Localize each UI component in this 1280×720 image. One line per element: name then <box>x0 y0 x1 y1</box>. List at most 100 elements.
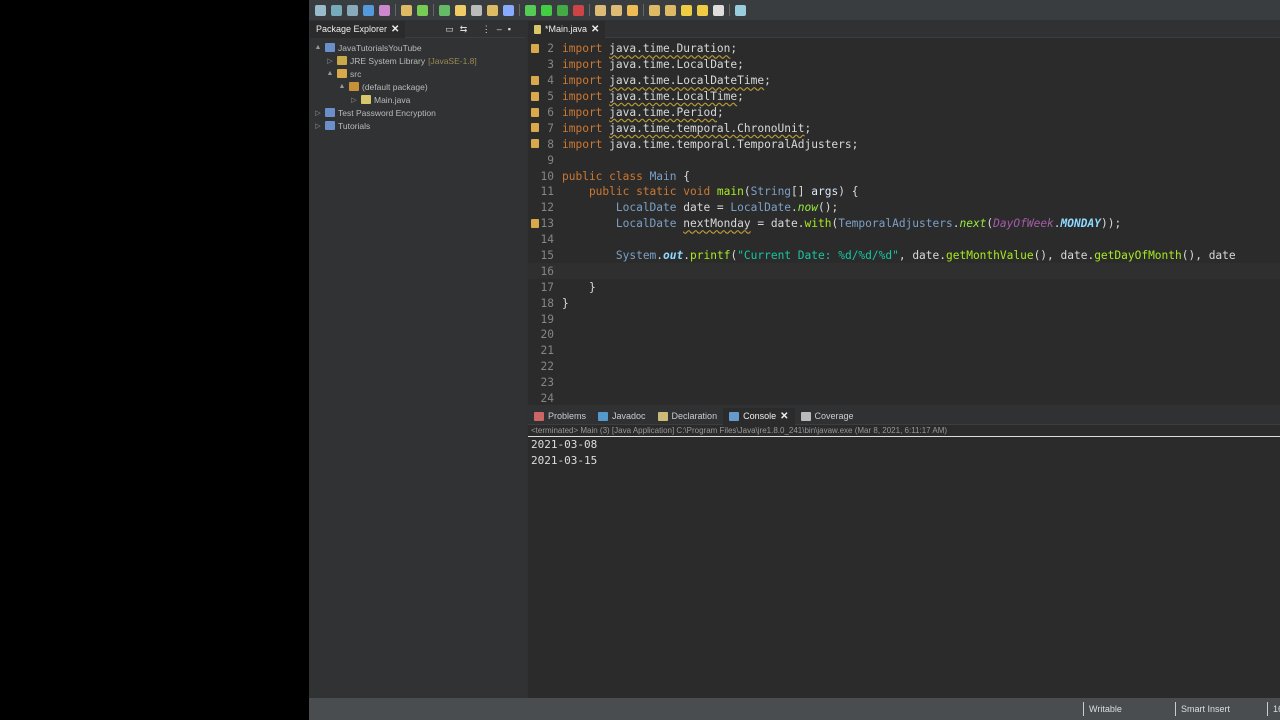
toolbar-button-icon[interactable] <box>417 4 428 16</box>
toolbar-button-icon[interactable] <box>315 4 326 16</box>
code-line[interactable]: 2 import java.time.Duration; <box>528 41 1280 57</box>
expand-toggle-icon[interactable]: ▷ <box>350 96 358 104</box>
tab-label: Coverage <box>814 411 854 421</box>
code-line[interactable]: 22 <box>528 359 1280 375</box>
main-toolbar <box>309 0 1280 20</box>
code-line[interactable]: 20 <box>528 327 1280 343</box>
code-line[interactable]: 5 import java.time.LocalTime; <box>528 89 1280 105</box>
toolbar-button-icon[interactable] <box>455 4 466 16</box>
tab-console[interactable]: Console ✕ <box>723 407 795 425</box>
toolbar-button-icon[interactable] <box>611 4 622 16</box>
toolbar-button-icon[interactable] <box>439 4 450 16</box>
tree-node-icon <box>349 82 359 91</box>
tree-item-label: (default package) <box>362 81 428 92</box>
status-writable: Writable <box>1083 702 1122 716</box>
view-menu-icons[interactable]: ▭⇆ ⋮‒▪ <box>445 24 525 35</box>
toolbar-button-icon[interactable] <box>713 4 724 16</box>
close-icon[interactable]: ✕ <box>780 411 788 422</box>
code-line[interactable]: 7 import java.time.temporal.ChronoUnit; <box>528 120 1280 136</box>
toolbar-button-icon[interactable] <box>541 4 552 16</box>
toolbar-button-icon[interactable] <box>665 4 676 16</box>
expand-toggle-icon[interactable]: ▷ <box>314 122 322 130</box>
code-token: import <box>562 121 610 135</box>
code-editor[interactable]: *Main.java ✕ 2 import java.time.Duration;… <box>528 20 1280 406</box>
toolbar-button-icon[interactable] <box>627 4 638 16</box>
code-line[interactable]: 15 System. out. printf("Current Date: %d/%… <box>528 248 1280 264</box>
code-line[interactable]: 17 } <box>528 279 1280 295</box>
toolbar-button-icon[interactable] <box>681 4 692 16</box>
warning-marker-icon[interactable] <box>531 75 539 85</box>
project-tree: ▲ JavaTutorialsYouTube ▷ JRE System Library… <box>310 38 525 132</box>
tab-package-explorer[interactable]: Package Explorer ✕ <box>310 20 406 38</box>
code-token: DayOfWeek <box>993 217 1054 231</box>
line-number: 15 <box>540 249 554 263</box>
code-line[interactable]: 9 <box>528 152 1280 168</box>
code-line[interactable]: 11 public static void main(String[] args… <box>528 184 1280 200</box>
toolbar-button-icon[interactable] <box>649 4 660 16</box>
code-line[interactable]: 18} <box>528 295 1280 311</box>
toolbar-button-icon[interactable] <box>363 4 374 16</box>
toolbar-separator <box>433 4 434 16</box>
warning-marker-icon[interactable] <box>531 91 539 101</box>
tab-label: Console <box>743 411 777 421</box>
code-line[interactable]: 3 import java.time.LocalDate; <box>528 57 1280 73</box>
tab-main-java[interactable]: *Main.java ✕ <box>528 20 606 38</box>
tab-javadoc[interactable]: Javadoc <box>592 408 652 425</box>
expand-toggle-icon[interactable]: ▲ <box>314 44 322 51</box>
toolbar-button-icon[interactable] <box>557 4 568 16</box>
expand-toggle-icon[interactable]: ▷ <box>326 57 334 65</box>
tab-problems[interactable]: Problems <box>528 408 592 425</box>
toolbar-button-icon[interactable] <box>487 4 498 16</box>
toolbar-button-icon[interactable] <box>573 4 584 16</box>
expand-toggle-icon[interactable]: ▷ <box>314 109 322 117</box>
code-line[interactable]: 19 <box>528 311 1280 327</box>
tree-item[interactable]: ▲ (default package) <box>310 80 525 93</box>
tree-item[interactable]: ▷ JRE System Library [JavaSE-1.8] <box>310 54 525 67</box>
toolbar-button-icon[interactable] <box>735 4 746 16</box>
code-line[interactable]: 23 <box>528 375 1280 391</box>
expand-toggle-icon[interactable]: ▲ <box>326 70 334 77</box>
code-line[interactable]: 10 public class Main { <box>528 168 1280 184</box>
warning-marker-icon[interactable] <box>531 107 539 117</box>
package-explorer-label: Package Explorer <box>316 24 388 34</box>
tree-item[interactable]: ▷ Tutorials <box>310 119 525 132</box>
code-line[interactable]: 24 <box>528 391 1280 407</box>
toolbar-button-icon[interactable] <box>331 4 342 16</box>
code-token: args <box>811 185 839 199</box>
code-line[interactable]: 12 LocalDate date = LocalDate. now (); <box>528 200 1280 216</box>
tree-item[interactable]: ▲ src <box>310 67 525 80</box>
tree-item[interactable]: ▷ Test Password Encryption <box>310 106 525 119</box>
warning-marker-icon[interactable] <box>531 44 539 53</box>
warning-marker-icon[interactable] <box>531 123 539 133</box>
code-area[interactable]: 2 import java.time.Duration; 3 import java.… <box>528 41 1280 406</box>
close-icon[interactable]: ✕ <box>391 24 399 35</box>
tab-coverage[interactable]: Coverage <box>795 408 860 425</box>
warning-marker-icon[interactable] <box>531 218 539 228</box>
toolbar-button-icon[interactable] <box>503 4 514 16</box>
warning-marker-icon[interactable] <box>531 139 539 149</box>
toolbar-button-icon[interactable] <box>471 4 482 16</box>
code-line[interactable]: 8 import java.time.temporal.TemporalAdjus… <box>528 136 1280 152</box>
code-line[interactable]: 6 import java.time.Period; <box>528 105 1280 121</box>
code-line[interactable]: 14 <box>528 232 1280 248</box>
code-line[interactable]: 16 <box>528 263 1280 280</box>
tree-node-icon <box>325 108 335 117</box>
toolbar-button-icon[interactable] <box>401 4 412 16</box>
expand-toggle-icon[interactable]: ▲ <box>338 83 346 90</box>
console-icon <box>729 411 740 421</box>
tab-declaration[interactable]: Declaration <box>652 408 724 425</box>
code-line[interactable]: 13 LocalDate nextMonday = date. with(Temp… <box>528 216 1280 232</box>
code-line[interactable]: 4 import java.time.LocalDateTime; <box>528 73 1280 89</box>
close-icon[interactable]: ✕ <box>591 24 599 35</box>
tree-item[interactable]: ▲ JavaTutorialsYouTube <box>310 41 525 54</box>
code-line[interactable]: 21 <box>528 343 1280 359</box>
toolbar-button-icon[interactable] <box>525 4 536 16</box>
toolbar-button-icon[interactable] <box>379 4 390 16</box>
eclipse-window: Package Explorer ✕ ▭⇆ ⋮‒▪ ▲ JavaTutorials… <box>309 0 1280 720</box>
toolbar-button-icon[interactable] <box>697 4 708 16</box>
declaration-icon <box>657 411 668 421</box>
code-token: String <box>750 185 792 199</box>
toolbar-button-icon[interactable] <box>595 4 606 16</box>
tree-item[interactable]: ▷ Main.java <box>310 93 525 106</box>
toolbar-button-icon[interactable] <box>347 4 358 16</box>
